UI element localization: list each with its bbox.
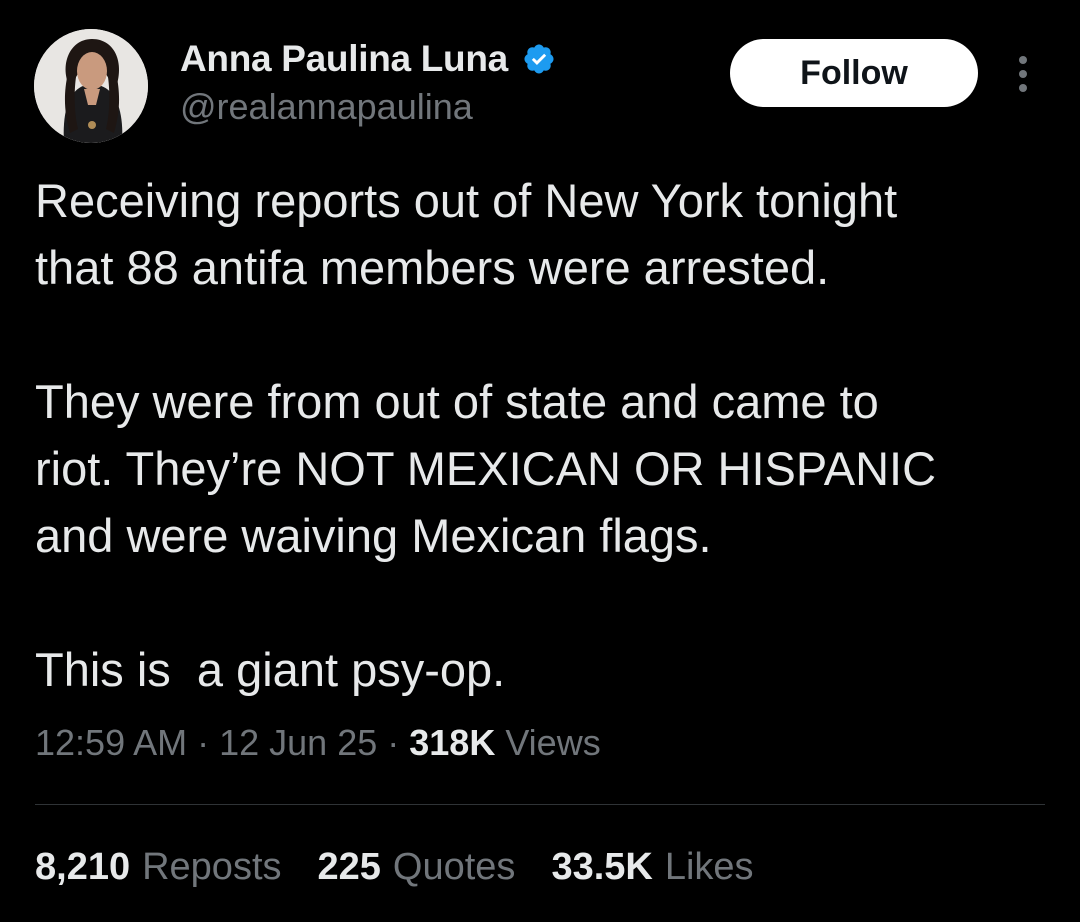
quotes-count: 225 [317,846,381,888]
meta-separator: · [197,722,210,763]
tweet-card: Anna Paulina Luna @realannapaulina Follo… [0,0,1080,922]
tweet-time[interactable]: 12:59 AM [35,722,187,764]
tweet-date[interactable]: 12 Jun 25 [219,722,377,764]
likes-label: Likes [664,846,754,888]
tweet-text-line: Receiving reports out of New York tonigh… [35,174,898,227]
engagement-stats: 8,210 Reposts 225 Quotes 33.5K Likes [35,846,790,889]
tweet-text-blank-line [35,301,1045,368]
verified-badge-icon[interactable] [522,42,556,76]
views-label: Views [505,722,601,763]
tweet-text-line: They were from out of state and came to [35,375,879,428]
more-vertical-icon[interactable] [1008,52,1038,96]
reposts-stat[interactable]: 8,210 Reposts [35,846,282,889]
tweet-text-blank-line [35,569,1045,636]
likes-stat[interactable]: 33.5K Likes [551,846,753,889]
divider [35,804,1045,805]
tweet-text-line: that 88 antifa members were arrested. [35,241,830,294]
quotes-stat[interactable]: 225 Quotes [318,846,516,889]
more-dot [1019,70,1027,78]
avatar-image [34,29,148,143]
tweet-text-line: riot. They’re NOT MEXICAN OR HISPANIC [35,442,937,495]
tweet-meta: 12:59 AM · 12 Jun 25 · 318K Views [35,722,601,764]
avatar[interactable] [34,29,148,143]
tweet-text: Receiving reports out of New York tonigh… [35,167,1045,703]
views-count: 318K [409,722,496,763]
meta-separator: · [387,722,400,763]
reposts-count: 8,210 [35,846,131,888]
follow-button[interactable]: Follow [730,39,978,107]
author-handle[interactable]: @realannapaulina [180,86,473,128]
tweet-text-line: This is a giant psy-op. [35,643,506,696]
tweet-text-line: and were waiving Mexican flags. [35,509,712,562]
reposts-label: Reposts [142,846,282,888]
more-dot [1019,56,1027,64]
author-name-row: Anna Paulina Luna [180,36,556,82]
quotes-label: Quotes [392,846,516,888]
more-dot [1019,84,1027,92]
author-display-name[interactable]: Anna Paulina Luna [180,38,508,80]
likes-count: 33.5K [551,846,653,888]
